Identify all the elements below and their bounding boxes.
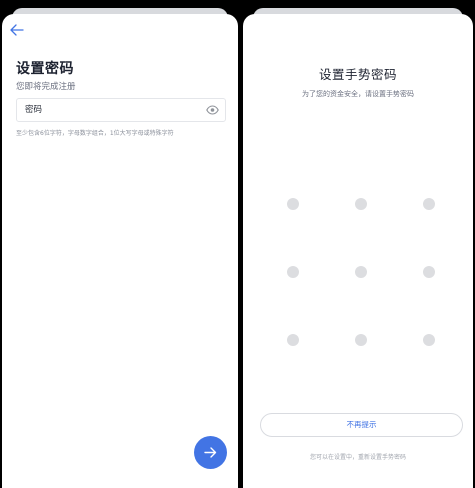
password-input[interactable] — [25, 99, 195, 121]
arrow-left-icon — [10, 24, 24, 36]
gesture-footer-note: 您可以在设置中，重新设置手势密码 — [309, 454, 406, 461]
gesture-dot[interactable] — [423, 266, 435, 278]
gesture-dot[interactable] — [355, 198, 367, 210]
dont-remind-button[interactable]: 不再提示 — [260, 413, 463, 437]
gesture-dot[interactable] — [287, 266, 299, 278]
next-button[interactable] — [194, 436, 227, 469]
screenshot-stage: 设置密码 您即将完成注册 至少包含6位字符，字母数字组合，1位大写字母或特殊字符… — [0, 0, 475, 488]
gesture-dot[interactable] — [423, 334, 435, 346]
gesture-title: 设置手势密码 — [318, 67, 397, 82]
password-field[interactable] — [16, 98, 226, 122]
gesture-dot[interactable] — [287, 198, 299, 210]
back-button[interactable] — [10, 24, 26, 38]
eye-icon[interactable] — [206, 105, 219, 115]
arrow-right-icon — [204, 447, 217, 458]
gesture-dot[interactable] — [423, 198, 435, 210]
gesture-dot[interactable] — [355, 334, 367, 346]
gesture-password-screen: 设置手势密码 为了您的资金安全，请设置手势密码 不再提示 您可以在设置中，重新设… — [243, 14, 473, 488]
gesture-dot[interactable] — [287, 334, 299, 346]
page-title: 设置密码 — [16, 61, 74, 77]
gesture-subtitle: 为了您的资金安全，请设置手势密码 — [302, 90, 414, 98]
gesture-dot[interactable] — [355, 266, 367, 278]
password-hint: 至少包含6位字符，字母数字组合，1位大写字母或特殊字符 — [16, 130, 174, 137]
page-subtitle: 您即将完成注册 — [16, 82, 76, 92]
set-password-screen: 设置密码 您即将完成注册 至少包含6位字符，字母数字组合，1位大写字母或特殊字符 — [2, 14, 238, 488]
